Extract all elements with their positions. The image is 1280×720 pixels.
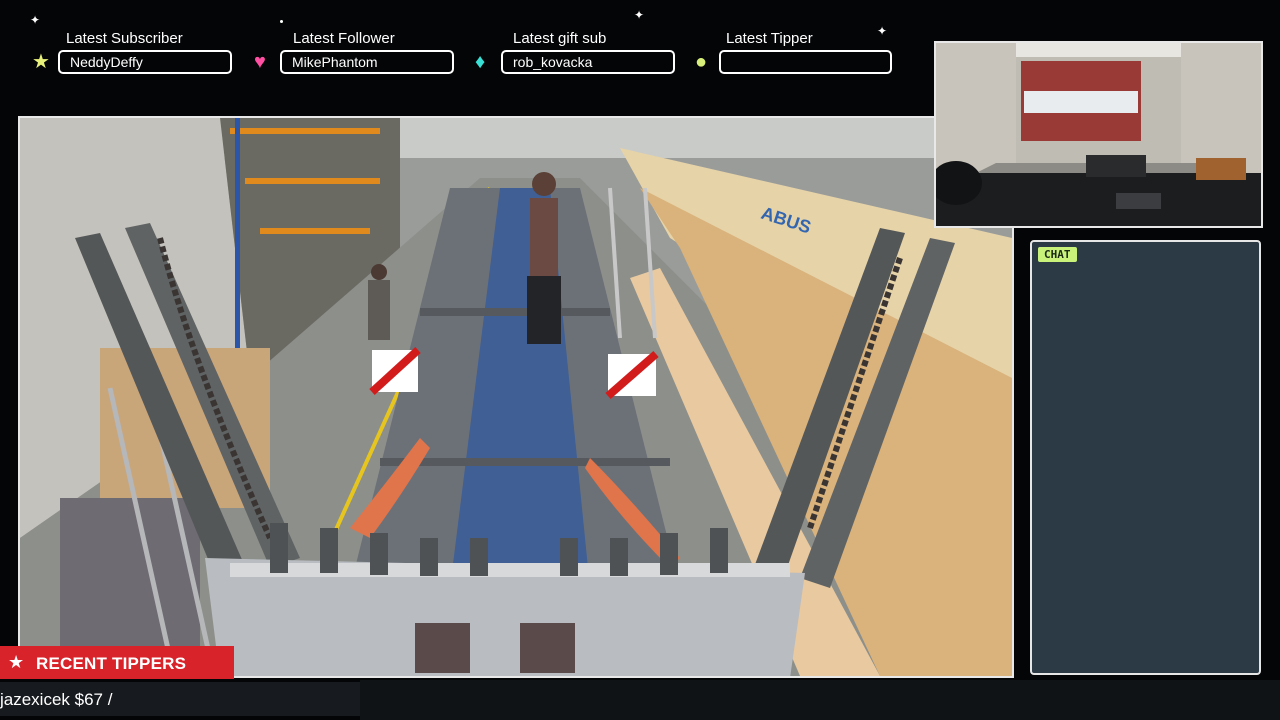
recent-tippers-label: RECENT TIPPERS [36,654,187,673]
sparkle-dot [280,20,283,23]
stream-overlay: ✦ ✦ ✦ ✦ ✦ ★ Latest Subscriber NeddyDeffy… [0,0,1280,720]
sparkle-icon: ✦ [877,24,888,38]
star-icon: ★ [8,652,25,672]
recent-tippers-header: ★ RECENT TIPPERS [0,646,234,679]
heart-icon: ♥ [254,51,266,73]
warehouse-scene: ABUS [20,118,1012,676]
sparkle-icon: ✦ [634,8,645,22]
star-icon: ★ [32,51,50,73]
ticker-text: jazexicek $67 / [0,690,113,709]
chat-title-badge: CHAT [1038,247,1077,262]
stat-label: Latest Subscriber [66,30,183,47]
cab-scene [936,43,1261,226]
stat-label: Latest gift sub [513,30,607,47]
stat-value: MikePhantom [280,50,454,74]
stat-label: Latest Follower [293,30,395,47]
stat-value: NeddyDeffy [58,50,232,74]
coin-icon: ● [695,51,708,73]
stat-value [719,50,892,74]
diamond-icon: ♦ [475,51,486,73]
stat-value: rob_kovacka [501,50,675,74]
cab-camera-feed [934,41,1263,228]
sparkle-icon: ✦ [30,13,41,27]
stat-label: Latest Tipper [726,30,813,47]
main-camera-feed: ABUS [18,116,1014,678]
bottom-strip [360,680,1280,720]
recent-tippers-ticker: jazexicek $67 / [0,682,360,716]
chat-panel[interactable]: CHAT [1030,240,1261,675]
